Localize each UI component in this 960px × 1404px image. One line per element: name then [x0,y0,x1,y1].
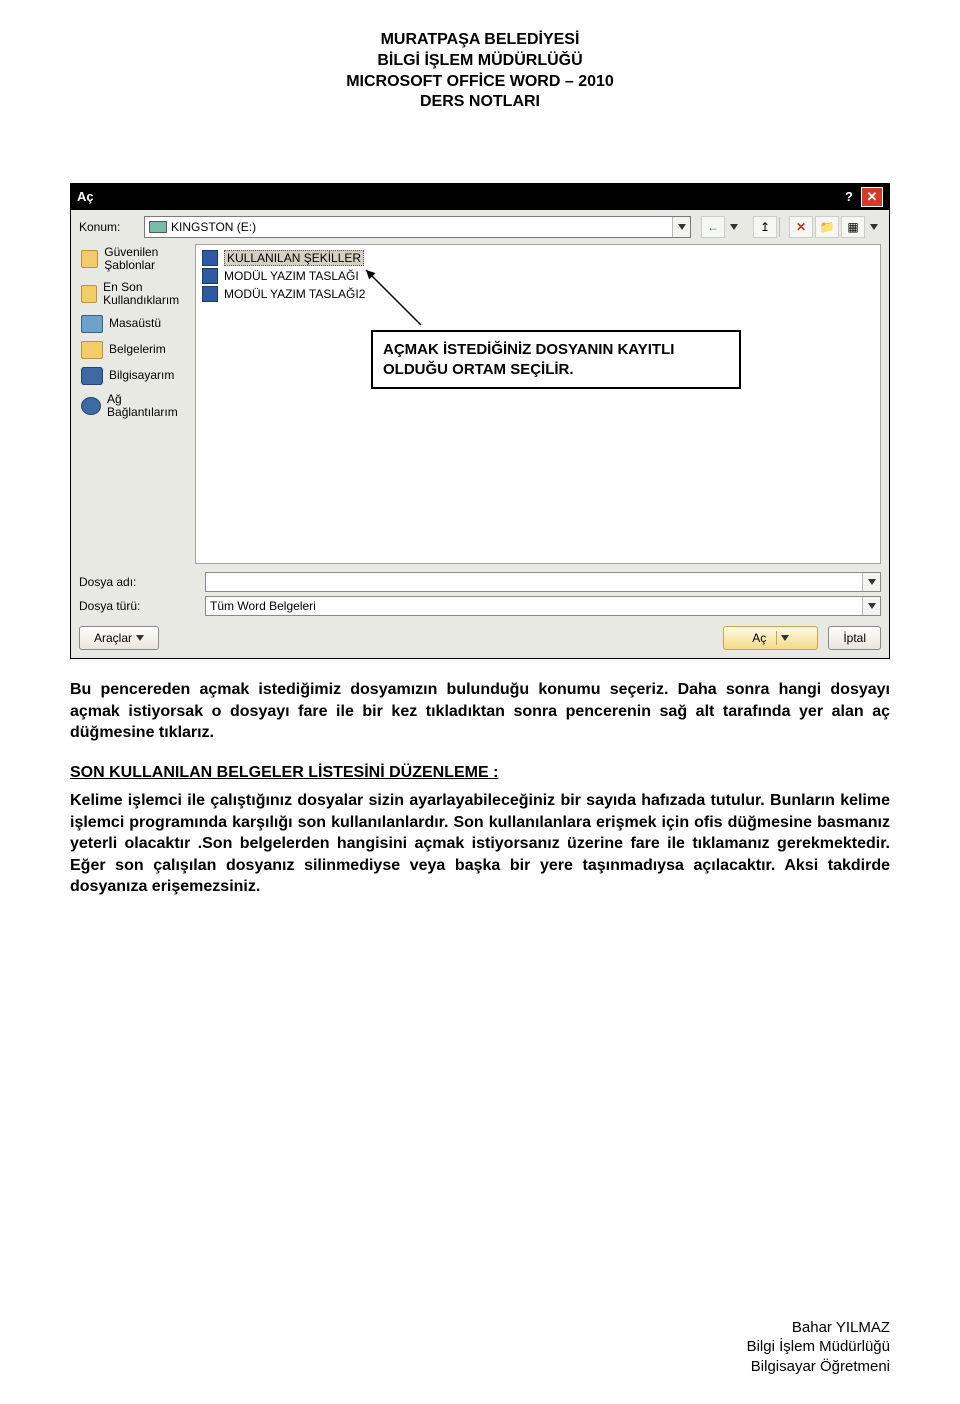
file-list-item[interactable]: KULLANILAN ŞEKİLLER [200,249,876,267]
new-folder-button[interactable]: 📁 [815,216,839,238]
dialog-title: Aç [77,188,841,206]
tools-button-label: Araçlar [94,631,132,645]
views-menu-chevron[interactable] [867,216,881,238]
chevron-down-icon [781,635,789,641]
location-row: Konum: KINGSTON (E:) ← ↥ ✕ 📁 ▦ [79,216,881,238]
footer-name: Bahar YILMAZ [747,1318,890,1338]
cancel-button[interactable]: İptal [828,626,881,650]
delete-button[interactable]: ✕ [789,216,813,238]
annotation-text: AÇMAK İSTEDİĞİNİZ DOSYANIN KAYITLI OLDUĞ… [383,341,674,378]
sidebar-item-label: Güvenilen Şablonlar [104,246,187,272]
open-button-label: Aç [752,631,766,645]
close-button[interactable]: ✕ [861,187,883,207]
document-header: MURATPAŞA BELEDİYESİ BİLGİ İŞLEM MÜDÜRLÜ… [70,30,890,113]
sidebar-item[interactable]: En Son Kullandıklarım [79,279,189,309]
back-button[interactable]: ← [701,216,725,238]
views-button[interactable]: ▦ [841,216,865,238]
filetype-select[interactable]: Tüm Word Belgeleri [205,596,881,616]
section-heading: SON KULLANILAN BELGELER LİSTESİNİ DÜZENL… [70,764,890,782]
paragraph-2: Kelime işlemci ile çalıştığınız dosyalar… [70,790,890,898]
folder-icon [81,341,103,359]
dialog-titlebar: Aç ? ✕ [71,184,889,210]
folder-icon [81,250,98,268]
filename-label: Dosya adı: [79,575,195,589]
filename-input[interactable] [205,572,881,592]
annotation-arrow [361,265,431,335]
word-doc-icon [202,286,218,302]
dialog-toolbar: ← ↥ ✕ 📁 ▦ [701,216,881,238]
sidebar-item[interactable]: Bilgisayarım [79,365,189,387]
location-label: Konum: [79,220,134,234]
page-footer: Bahar YILMAZ Bilgi İşlem Müdürlüğü Bilgi… [747,1318,890,1377]
footer-dept: Bilgi İşlem Müdürlüğü [747,1337,890,1357]
sidebar-item-label: Ağ Bağlantılarım [107,393,187,419]
file-list-pane[interactable]: KULLANILAN ŞEKİLLER MODÜL YAZIM TASLAĞI MO… [195,244,881,564]
folder-icon [81,285,97,303]
location-value: KINGSTON (E:) [171,220,256,234]
chevron-down-icon [136,635,144,641]
open-dialog: Aç ? ✕ Konum: KINGSTON (E:) ← ↥ ✕ 📁 ▦ [70,183,890,659]
footer-role: Bilgisayar Öğretmeni [747,1357,890,1377]
cancel-button-label: İptal [843,631,866,645]
up-button[interactable]: ↥ [753,216,777,238]
places-sidebar: Güvenilen Şablonlar En Son Kullandıklarım… [79,244,189,564]
file-name: KULLANILAN ŞEKİLLER [224,250,364,266]
paragraph-1: Bu pencereden açmak istediğimiz dosyamız… [70,679,890,744]
back-menu-chevron[interactable] [727,216,741,238]
sidebar-item-label: Belgelerim [109,343,166,356]
sidebar-item[interactable]: Güvenilen Şablonlar [79,244,189,274]
filetype-label: Dosya türü: [79,599,195,613]
word-doc-icon [202,250,218,266]
close-icon: ✕ [867,188,878,206]
sidebar-item[interactable]: Ağ Bağlantılarım [79,391,189,421]
sidebar-item[interactable]: Masaüstü [79,313,189,335]
file-name: MODÜL YAZIM TASLAĞI2 [224,287,365,301]
file-name: MODÜL YAZIM TASLAĞI [224,269,359,283]
folder-icon [81,315,103,333]
open-button[interactable]: Aç [723,626,818,650]
filename-chevron-icon[interactable] [862,573,880,591]
header-line2: BİLGİ İŞLEM MÜDÜRLÜĞÜ [70,51,890,72]
tools-button[interactable]: Araçlar [79,626,159,650]
header-line1: MURATPAŞA BELEDİYESİ [70,30,890,51]
file-list-item[interactable]: MODÜL YAZIM TASLAĞI [200,267,876,285]
header-line3: MICROSOFT OFFİCE WORD – 2010 [70,72,890,93]
chevron-down-icon [672,217,690,237]
sidebar-item-label: Bilgisayarım [109,369,174,382]
sidebar-item-label: En Son Kullandıklarım [103,281,187,307]
location-select[interactable]: KINGSTON (E:) [144,216,691,238]
header-line4: DERS NOTLARI [70,92,890,113]
folder-icon [81,397,101,415]
help-icon[interactable]: ? [841,188,857,206]
word-doc-icon [202,268,218,284]
file-list-item[interactable]: MODÜL YAZIM TASLAĞI2 [200,285,876,303]
filetype-value: Tüm Word Belgeleri [210,599,316,613]
sidebar-item[interactable]: Belgelerim [79,339,189,361]
filetype-chevron-icon[interactable] [862,597,880,615]
sidebar-item-label: Masaüstü [109,317,161,330]
folder-icon [81,367,103,385]
annotation-callout: AÇMAK İSTEDİĞİNİZ DOSYANIN KAYITLI OLDUĞ… [371,330,741,389]
drive-icon [149,221,167,233]
